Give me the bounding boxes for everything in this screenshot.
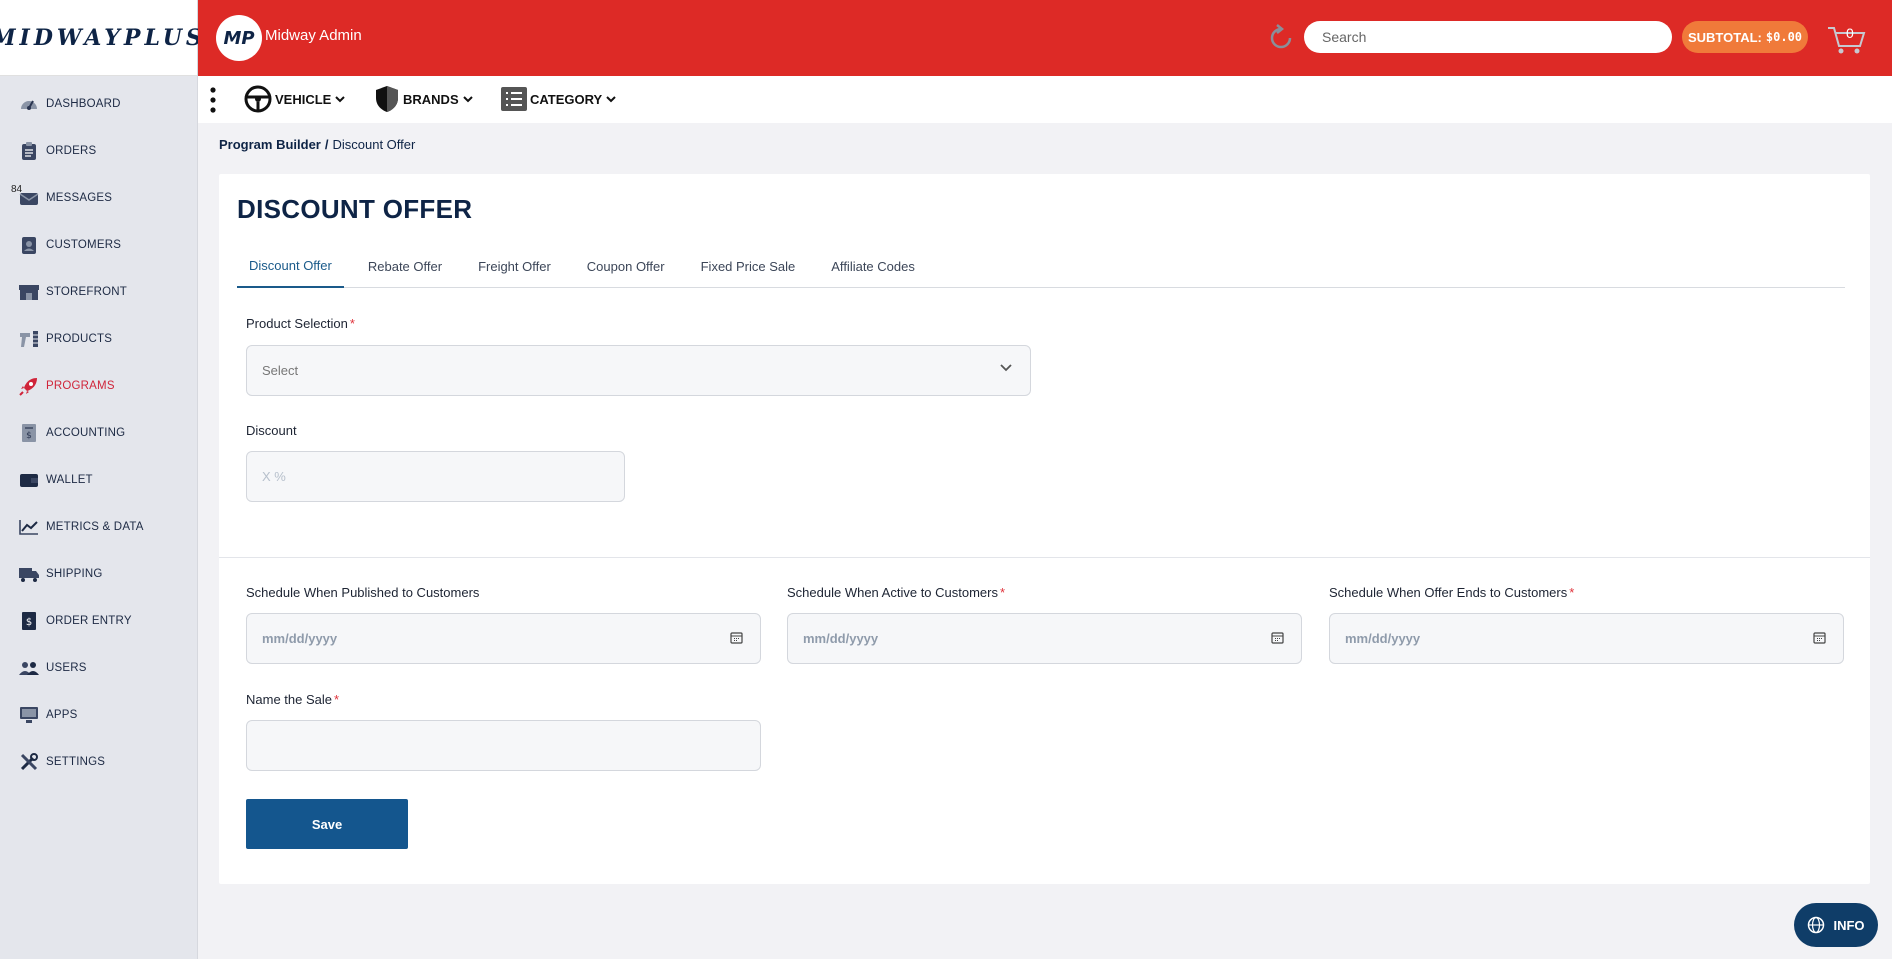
svg-text:$: $ <box>26 617 32 628</box>
kebab-menu-icon[interactable] <box>210 86 216 114</box>
sidebar-item-metrics[interactable]: METRICS & DATA <box>0 503 197 550</box>
calendar-icon[interactable] <box>1271 631 1284 644</box>
active-date-field <box>787 613 1302 664</box>
globe-icon <box>1808 916 1825 934</box>
sidebar-item-customers[interactable]: CUSTOMERS <box>0 221 197 268</box>
sidebar-item-settings[interactable]: SETTINGS <box>0 738 197 785</box>
sidebar-item-storefront[interactable]: STOREFRONT <box>0 268 197 315</box>
active-date-input[interactable] <box>787 613 1302 664</box>
sale-name-input[interactable] <box>246 720 761 771</box>
admin-name[interactable]: Midway Admin <box>265 27 362 44</box>
subtotal-value: $0.00 <box>1765 30 1803 44</box>
svg-text:$: $ <box>26 431 32 441</box>
tab-freight-offer[interactable]: Freight Offer <box>466 244 563 288</box>
logo-text: MIDWAYPLUS <box>0 24 206 51</box>
sidebar-item-apps[interactable]: APPS <box>0 691 197 738</box>
chevron-down-icon <box>606 95 616 102</box>
sidebar: MIDWAYPLUS DASHBOARD ORDERS 84 MESSAGES … <box>0 0 202 959</box>
brand-logo[interactable]: MIDWAYPLUS <box>0 0 202 76</box>
info-label: INFO <box>1833 917 1865 933</box>
wallet-icon <box>18 469 40 491</box>
tab-rebate-offer[interactable]: Rebate Offer <box>356 244 454 288</box>
subtotal-button[interactable]: SUBTOTAL: $0.00 <box>1682 21 1808 53</box>
chevron-down-icon <box>335 95 346 102</box>
sale-name-label: Name the Sale * <box>246 692 340 707</box>
sidebar-item-order-entry[interactable]: $ ORDER ENTRY <box>0 597 197 644</box>
refresh-icon[interactable] <box>1266 23 1296 53</box>
tab-fixed-price-sale[interactable]: Fixed Price Sale <box>689 244 808 288</box>
active-date-label: Schedule When Active to Customers * <box>787 585 1006 600</box>
messages-count-badge: 84 <box>11 184 23 195</box>
tab-discount-offer[interactable]: Discount Offer <box>237 244 344 288</box>
published-date-input[interactable] <box>246 613 761 664</box>
sidebar-item-programs[interactable]: PROGRAMS <box>0 362 197 409</box>
subtotal-label: SUBTOTAL: <box>1687 29 1762 45</box>
sidebar-item-wallet[interactable]: WALLET <box>0 456 197 503</box>
published-date-field <box>246 613 761 664</box>
sidebar-item-users[interactable]: USERS <box>0 644 197 691</box>
tab-affiliate-codes[interactable]: Affiliate Codes <box>819 244 927 288</box>
invoice-icon: $ <box>18 422 40 444</box>
breadcrumb: Program Builder / Discount Offer <box>219 137 415 152</box>
section-divider <box>219 557 1870 558</box>
breadcrumb-current: Discount Offer <box>332 137 416 152</box>
calendar-icon[interactable] <box>1813 631 1826 644</box>
end-date-label: Schedule When Offer Ends to Customers * <box>1329 585 1575 600</box>
breadcrumb-parent[interactable]: Program Builder <box>219 137 321 152</box>
offer-card: DISCOUNT OFFER Discount Offer Rebate Off… <box>219 174 1870 884</box>
discount-input[interactable] <box>246 451 625 502</box>
rocket-icon <box>18 375 40 397</box>
line-chart-icon <box>18 516 40 538</box>
calendar-icon[interactable] <box>730 631 743 644</box>
truck-icon <box>18 563 40 585</box>
sidebar-nav: DASHBOARD ORDERS 84 MESSAGES CUSTOMERS S… <box>0 76 197 785</box>
filter-bar: VEHICLE BRANDS CATEGORY <box>198 76 1892 123</box>
end-date-input[interactable] <box>1329 613 1844 664</box>
shield-icon <box>376 86 398 112</box>
wrench-icon <box>18 751 40 773</box>
cart-count: 0 <box>1846 25 1854 41</box>
brands-filter[interactable]: BRANDS <box>374 84 476 114</box>
dollar-doc-icon: $ <box>18 610 40 632</box>
chevron-down-icon <box>462 95 473 102</box>
published-date-label: Schedule When Published to Customers <box>246 585 480 600</box>
sidebar-item-messages[interactable]: 84 MESSAGES <box>0 174 197 221</box>
product-selection-label: Product Selection * <box>246 316 355 331</box>
product-selection-value: Select <box>262 363 299 378</box>
sidebar-item-dashboard[interactable]: DASHBOARD <box>0 80 197 127</box>
page-title: DISCOUNT OFFER <box>237 194 473 224</box>
sidebar-item-shipping[interactable]: SHIPPING <box>0 550 197 597</box>
monitor-icon <box>18 704 40 726</box>
product-selection-dropdown[interactable]: Select <box>246 345 1031 396</box>
top-header: MP Midway Admin SUBTOTAL: $0.00 0 <box>198 0 1892 76</box>
id-badge-icon <box>18 234 40 256</box>
info-button[interactable]: INFO <box>1794 903 1878 947</box>
tab-coupon-offer[interactable]: Coupon Offer <box>575 244 677 288</box>
users-icon <box>18 657 40 679</box>
save-button[interactable]: Save <box>246 799 408 849</box>
steering-wheel-icon <box>244 85 272 113</box>
storefront-icon <box>18 281 40 303</box>
category-filter[interactable]: CATEGORY <box>501 84 619 114</box>
tools-icon <box>18 328 40 350</box>
sidebar-item-accounting[interactable]: $ ACCOUNTING <box>0 409 197 456</box>
avatar[interactable]: MP <box>216 15 262 61</box>
dashboard-gauge-icon <box>18 93 40 115</box>
list-icon <box>501 87 527 111</box>
vehicle-filter[interactable]: VEHICLE <box>244 84 348 114</box>
breadcrumb-separator: / <box>324 137 329 152</box>
chevron-down-icon <box>1000 364 1012 372</box>
discount-label: Discount <box>246 423 297 438</box>
sidebar-item-products[interactable]: PRODUCTS <box>0 315 197 362</box>
offer-tabs: Discount Offer Rebate Offer Freight Offe… <box>237 244 1845 288</box>
sidebar-item-orders[interactable]: ORDERS <box>0 127 197 174</box>
end-date-field <box>1329 613 1844 664</box>
search-input[interactable] <box>1304 21 1672 53</box>
clipboard-icon <box>18 140 40 162</box>
